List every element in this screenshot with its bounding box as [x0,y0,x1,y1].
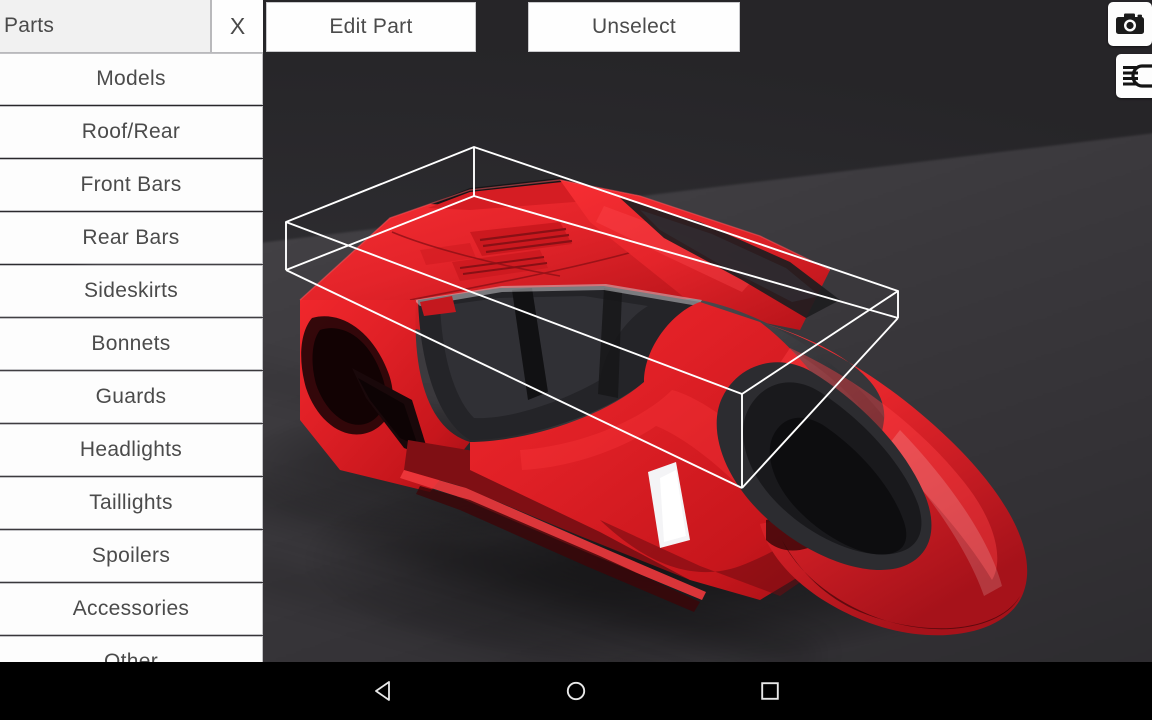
parts-item-models[interactable]: Models [0,53,263,105]
parts-item-label: Spoilers [91,544,171,567]
parts-item-label: Headlights [79,438,183,461]
parts-item-label: Guards [95,385,167,408]
parts-item-rear-bars[interactable]: Rear Bars [0,212,263,264]
app-root: Edit Part Unselect Parts X Models Roof/Re… [0,0,1152,720]
parts-panel: Parts X Models Roof/Rear Front Bars Rear Ba… [0,0,263,662]
parts-item-label: Roof/Rear [81,120,181,143]
screenshot-button[interactable] [1108,2,1152,46]
parts-list-button[interactable] [1116,54,1152,98]
recents-square-icon [761,682,779,700]
unselect-label: Unselect [591,15,677,38]
close-panel-button[interactable]: X [211,0,263,53]
parts-item-label: Sideskirts [83,279,179,302]
parts-panel-title: Parts [0,0,211,53]
parts-item-label: Rear Bars [82,226,180,249]
nav-back-button[interactable] [340,662,430,720]
home-circle-icon [566,681,586,701]
edit-part-label: Edit Part [329,15,413,38]
parts-item-label: Bonnets [91,332,171,355]
camera-icon [1116,13,1144,34]
parts-item-bonnets[interactable]: Bonnets [0,318,263,370]
parts-item-label: Models [96,67,166,90]
nav-recents-button[interactable] [725,662,815,720]
parts-item-headlights[interactable]: Headlights [0,424,263,476]
parts-panel-header: Parts X [0,0,263,53]
list-icon [1123,64,1152,88]
unselect-button[interactable]: Unselect [528,2,740,52]
parts-item-roof-rear[interactable]: Roof/Rear [0,106,263,158]
parts-item-label: Taillights [89,491,173,514]
parts-item-sideskirts[interactable]: Sideskirts [0,265,263,317]
parts-item-guards[interactable]: Guards [0,371,263,423]
nav-home-button[interactable] [531,662,621,720]
parts-item-label: Accessories [72,597,190,620]
parts-item-spoilers[interactable]: Spoilers [0,530,263,582]
parts-item-accessories[interactable]: Accessories [0,583,263,635]
parts-item-front-bars[interactable]: Front Bars [0,159,263,211]
parts-item-other[interactable]: Other [0,636,263,662]
back-triangle-icon [375,681,390,701]
android-navigation-bar [0,662,1152,720]
edit-part-button[interactable]: Edit Part [266,2,476,52]
parts-category-list[interactable]: Models Roof/Rear Front Bars Rear Bars Sidesk… [0,53,263,662]
parts-item-taillights[interactable]: Taillights [0,477,263,529]
parts-item-label: Front Bars [80,173,182,196]
close-icon: X [229,12,246,39]
parts-item-label: Other [103,650,159,662]
